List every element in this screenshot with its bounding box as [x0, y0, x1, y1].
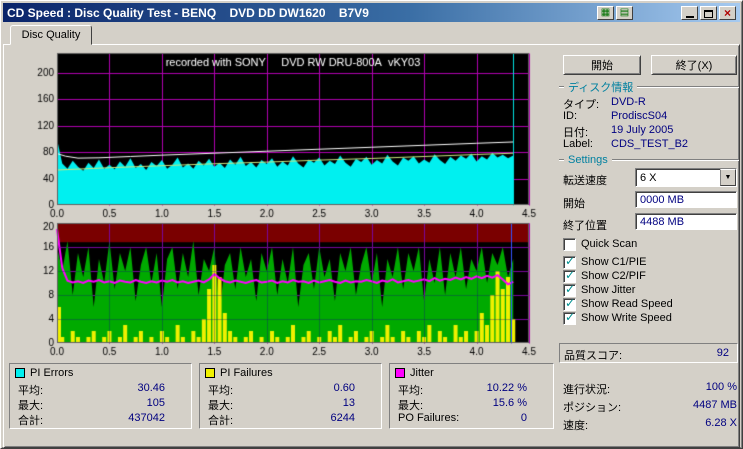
quality-score-value: 92	[716, 347, 729, 359]
position-value: 4487 MB	[692, 399, 737, 411]
disc-type-value: DVD-R	[611, 96, 646, 108]
start-position-label: 開始	[563, 198, 585, 210]
green-sheet-icon-button[interactable]: ▤	[616, 5, 633, 20]
progress-value: 100 %	[705, 381, 737, 393]
po-failures-value: 0	[520, 412, 527, 424]
disc-info-header: ディスク情報	[559, 81, 739, 94]
maximize-icon	[704, 9, 713, 18]
transfer-speed-value: 6 X	[640, 171, 657, 184]
quality-errors-chart	[27, 221, 567, 361]
checkbox-row-quick-scan: ✓ Quick Scan	[563, 237, 637, 251]
check-icon: ✓	[565, 309, 576, 324]
progress-row: 進行状況: 100 %	[563, 381, 737, 396]
titlebar-toolbar: ▦ ▤	[595, 5, 633, 20]
pi-failures-title: PI Failures	[220, 367, 273, 379]
quality-score-box: 品質スコア: 92	[559, 343, 738, 363]
quality-score-label: 品質スコア:	[564, 350, 623, 362]
exit-button[interactable]: 終了(X)	[651, 55, 737, 75]
jitter-stats-box: Jitter 平均: 10.22 % 最大: 15.6 % PO Failures:…	[389, 363, 554, 429]
check-icon: ✓	[565, 267, 576, 282]
chevron-down-icon: ▼	[724, 174, 732, 181]
transfer-speed-select[interactable]: 6 X ▼	[635, 168, 737, 187]
green-grid-icon-button[interactable]: ▦	[597, 5, 614, 20]
disc-id-value: ProdiscS04	[611, 110, 668, 122]
app-window: CD Speed : Disc Quality Test - BENQ DVD …	[0, 0, 743, 449]
pi-errors-stats-box: PI Errors 平均: 30.46 最大: 105 合計: 437042	[9, 363, 192, 429]
disc-date-value: 19 July 2005	[611, 124, 674, 136]
jitter-max: 15.6 %	[492, 397, 527, 409]
start-button[interactable]: 開始	[563, 55, 641, 75]
jitter-swatch-icon	[395, 368, 405, 378]
speed-value: 6.28 X	[705, 417, 737, 429]
pi-failures-max: 13	[342, 397, 355, 409]
minimize-icon	[685, 16, 694, 18]
pi-failures-total: 6244	[330, 412, 355, 424]
disc-id-row: ID: ProdiscS04	[563, 110, 668, 122]
close-icon: ×	[723, 5, 731, 20]
start-position-input[interactable]	[635, 191, 737, 208]
window-title: CD Speed : Disc Quality Test - BENQ DVD …	[7, 5, 369, 20]
end-position-input[interactable]	[635, 213, 737, 230]
end-position-label: 終了位置	[563, 220, 607, 232]
maximize-button[interactable]	[700, 5, 717, 20]
position-row: ポジション: 4487 MB	[563, 399, 737, 414]
check-icon: ✓	[565, 295, 576, 310]
checkbox-row-show-write-speed: ✓ Show Write Speed	[563, 309, 672, 325]
tab-disc-quality[interactable]: Disc Quality	[10, 25, 92, 45]
jitter-title: Jitter	[410, 367, 434, 379]
checkbox-row-show-c2-pif: ✓ Show C2/PIF	[563, 267, 646, 283]
checkbox-row-show-read-speed: ✓ Show Read Speed	[563, 295, 673, 311]
disc-type-row: タイプ: DVD-R	[563, 96, 646, 111]
check-icon: ✓	[565, 253, 576, 268]
titlebar[interactable]: CD Speed : Disc Quality Test - BENQ DVD …	[3, 3, 740, 22]
read-write-speed-chart	[27, 51, 567, 221]
pi-failures-stats-box: PI Failures 平均: 0.60 最大: 13 合計: 6244	[199, 363, 382, 429]
pi-errors-swatch-icon	[15, 368, 25, 378]
green-sheet-icon: ▤	[619, 6, 630, 18]
pi-failures-average: 0.60	[333, 382, 355, 394]
disc-label-value: CDS_TEST_B2	[611, 138, 689, 150]
pi-failures-swatch-icon	[205, 368, 215, 378]
pi-errors-total: 437042	[128, 412, 165, 424]
pi-errors-max: 105	[146, 397, 165, 409]
close-button[interactable]: ×	[719, 5, 736, 20]
checkbox-row-show-c1-pie: ✓ Show C1/PIE	[563, 253, 647, 269]
green-grid-icon: ▦	[600, 6, 611, 18]
settings-header: Settings	[559, 154, 739, 166]
jitter-average: 10.22 %	[486, 382, 527, 394]
pi-errors-average: 30.46	[137, 382, 165, 394]
show-write-speed-checkbox[interactable]: ✓	[563, 309, 576, 325]
disc-label-row: Label: CDS_TEST_B2	[563, 138, 689, 150]
dropdown-button[interactable]: ▼	[720, 169, 736, 186]
speed-row: 速度: 6.28 X	[563, 417, 737, 432]
pi-errors-title: PI Errors	[30, 367, 74, 379]
disc-date-row: 日付: 19 July 2005	[563, 124, 674, 139]
check-icon: ✓	[565, 281, 576, 296]
quick-scan-checkbox[interactable]: ✓	[563, 237, 576, 251]
minimize-button[interactable]	[681, 5, 698, 20]
transfer-speed-label: 転送速度	[563, 175, 607, 187]
